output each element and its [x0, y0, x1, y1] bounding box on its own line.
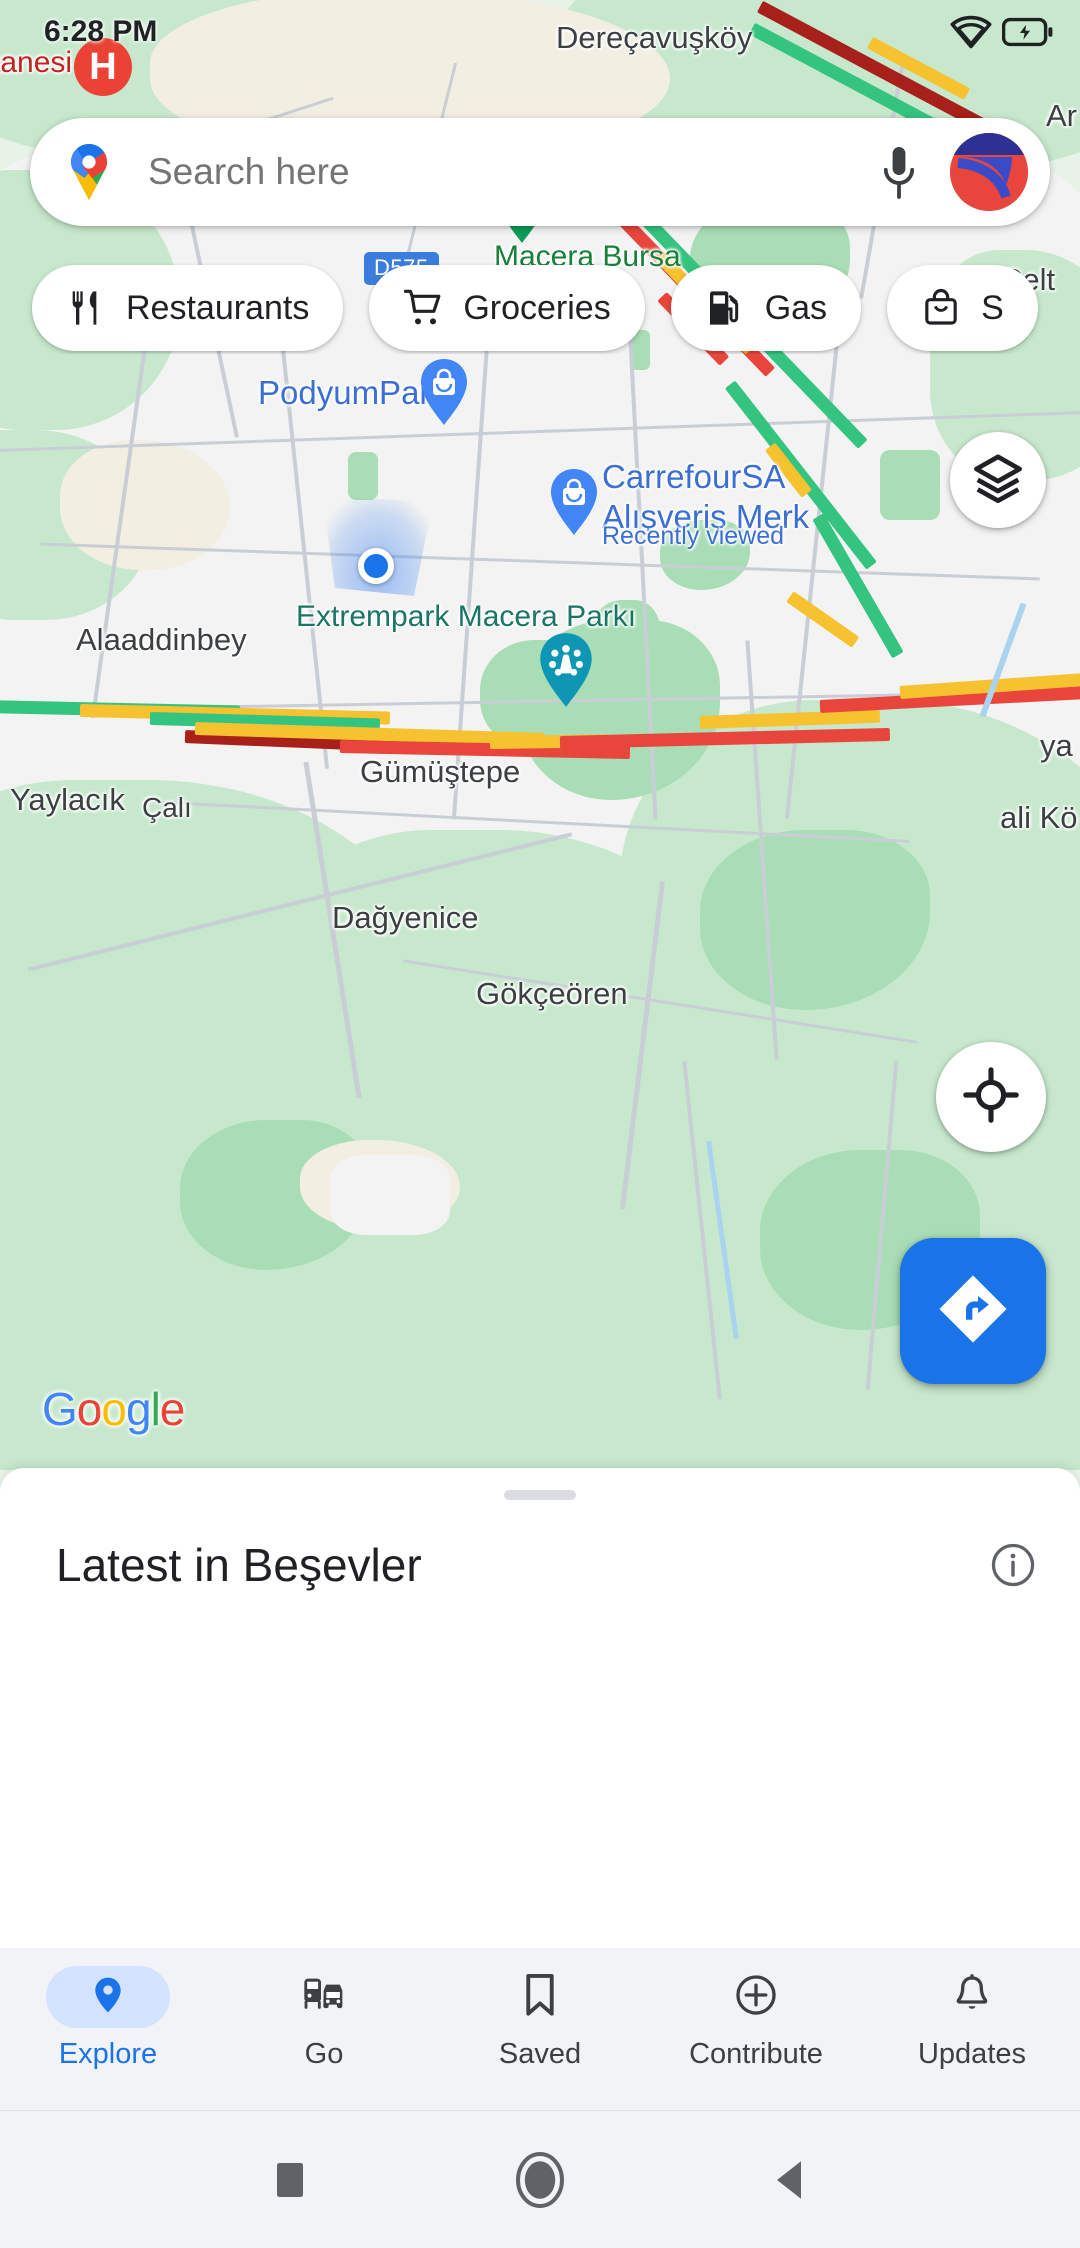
directions-button[interactable] — [900, 1238, 1046, 1384]
android-navigation-bar[interactable] — [0, 2110, 1080, 2248]
chip-restaurants[interactable]: Restaurants — [32, 265, 344, 351]
podyumpark-shopping-pin[interactable] — [418, 358, 470, 426]
nav-pill-updates — [910, 1966, 1034, 2028]
restaurant-icon — [66, 288, 106, 328]
chip-groceries[interactable]: Groceries — [369, 265, 645, 351]
plus-circle-icon — [735, 1974, 777, 2021]
info-circle-icon[interactable] — [990, 1542, 1036, 1588]
nav-pill-saved — [478, 1966, 602, 2028]
gas-pump-icon — [705, 288, 745, 328]
bottom-navigation-bar[interactable]: Explore Go Saved Contribute Updates — [0, 1948, 1080, 2110]
bottom-sheet-drag-handle[interactable] — [504, 1490, 576, 1500]
nav-item-go[interactable]: Go — [229, 1966, 419, 2071]
nav-pill-contribute — [694, 1966, 818, 2028]
category-chips-row[interactable]: Restaurants Groceries Gas S — [0, 262, 1080, 354]
nav-pill-explore — [46, 1966, 170, 2028]
google-maps-pin-logo-icon — [66, 144, 112, 200]
search-input[interactable] — [148, 151, 870, 193]
chip-label: Restaurants — [126, 288, 310, 327]
nav-label-contribute: Contribute — [689, 2038, 823, 2070]
google-maps-app-screen: tanesi Dereçavuşköy Korupark Macera Burs… — [0, 0, 1080, 2248]
nav-pill-go — [262, 1966, 386, 2028]
nav-label-updates: Updates — [917, 2038, 1026, 2070]
nav-item-explore[interactable]: Explore — [13, 1966, 203, 2071]
layers-icon — [971, 451, 1025, 510]
nav-label-saved: Saved — [498, 2038, 582, 2070]
nav-item-contribute[interactable]: Contribute — [661, 1966, 851, 2071]
nav-label-go: Go — [304, 2038, 344, 2070]
search-bar[interactable] — [30, 118, 1050, 226]
layers-button[interactable] — [950, 432, 1046, 528]
chip-label: S — [981, 288, 1004, 327]
hospital-marker-letter: H — [89, 45, 117, 88]
amusement-park-pin[interactable] — [536, 632, 596, 708]
hospital-marker[interactable]: H — [74, 38, 132, 96]
shopping-bag-icon — [921, 288, 961, 328]
nav-item-updates[interactable]: Updates — [877, 1966, 1067, 2071]
account-avatar[interactable] — [950, 133, 1028, 211]
bookmark-icon — [522, 1973, 558, 2022]
my-location-crosshair-icon — [963, 1066, 1019, 1128]
chip-label: Groceries — [463, 288, 611, 327]
commute-icon — [302, 1975, 346, 2020]
home-button[interactable] — [510, 2150, 570, 2210]
current-location-dot[interactable] — [358, 548, 394, 584]
bottom-sheet[interactable]: Latest in Beşevler — [0, 1468, 1080, 1948]
recents-button[interactable] — [260, 2150, 320, 2210]
chip-shopping[interactable]: S — [887, 265, 1038, 351]
bell-icon — [953, 1973, 991, 2021]
microphone-icon[interactable] — [870, 143, 928, 201]
location-pin-icon — [88, 1975, 128, 2020]
chip-label: Gas — [764, 288, 828, 327]
bottom-sheet-header: Latest in Beşevler — [0, 1538, 1080, 1592]
my-location-button[interactable] — [936, 1042, 1046, 1152]
directions-arrow-icon — [935, 1271, 1011, 1352]
carrefoursa-shopping-pin[interactable] — [548, 468, 600, 536]
bottom-sheet-title: Latest in Beşevler — [56, 1539, 422, 1591]
shopping-cart-icon — [403, 288, 443, 328]
back-button[interactable] — [760, 2150, 820, 2210]
nav-item-saved[interactable]: Saved — [445, 1966, 635, 2071]
chip-gas[interactable]: Gas — [670, 265, 862, 351]
nav-label-explore: Explore — [58, 2038, 158, 2070]
google-attribution-logo: Google — [42, 1383, 185, 1435]
